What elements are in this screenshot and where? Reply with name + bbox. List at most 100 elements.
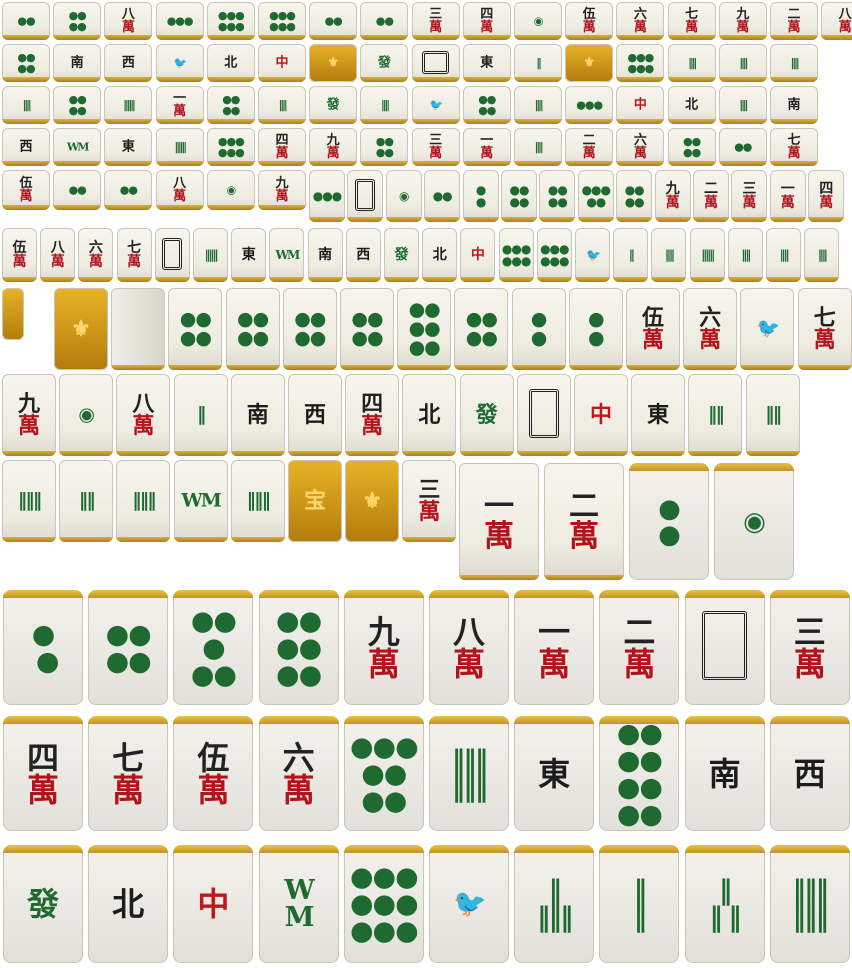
mahjong-tile[interactable]: 一萬 — [514, 590, 595, 705]
mahjong-tile[interactable]: 二萬 — [565, 128, 614, 166]
mahjong-tile[interactable]: 發 — [360, 44, 409, 82]
mahjong-tile[interactable] — [154, 228, 190, 282]
mahjong-tile[interactable]: 西 — [288, 374, 342, 456]
mahjong-tile[interactable]: 七萬 — [797, 288, 852, 370]
mahjong-tile[interactable]: 三萬 — [769, 590, 850, 705]
mahjong-tile[interactable]: 🐦 — [429, 845, 509, 963]
mahjong-tile[interactable]: 六萬 — [616, 128, 665, 166]
mahjong-tile[interactable]: ‖‖ — [651, 228, 687, 282]
mahjong-tile[interactable]: ⚜ — [345, 460, 400, 542]
mahjong-tile[interactable]: 🐦 — [575, 228, 610, 282]
mahjong-tile[interactable]: ●● ●● — [168, 288, 223, 370]
mahjong-tile[interactable]: 北 — [206, 44, 255, 82]
mahjong-tile[interactable]: 九萬 — [343, 590, 424, 705]
mahjong-tile[interactable]: ‖‖‖ — [689, 228, 725, 282]
mahjong-tile[interactable]: ● ● — [568, 288, 623, 370]
mahjong-tile[interactable]: ⚜ — [309, 44, 358, 82]
mahjong-tile[interactable]: ‖‖‖ — [230, 460, 285, 542]
mahjong-tile[interactable]: ●● — [718, 128, 767, 166]
mahjong-tile[interactable]: ●● — [2, 2, 50, 40]
mahjong-tile[interactable]: 伍萬 — [626, 288, 680, 370]
mahjong-tile[interactable]: 一萬 — [769, 170, 806, 222]
mahjong-tile[interactable]: 東 — [104, 128, 153, 166]
mahjong-tile[interactable]: ‖‖ — [667, 44, 716, 82]
mahjong-tile[interactable]: ●● — [360, 2, 409, 40]
mahjong-tile[interactable] — [347, 170, 384, 222]
mahjong-tile[interactable]: ●● ●● ●● ●● — [599, 716, 680, 831]
mahjong-tile[interactable]: 七萬 — [667, 2, 716, 40]
mahjong-tile[interactable]: ●●● — [565, 86, 614, 124]
mahjong-tile[interactable]: ‖‖‖ — [193, 228, 228, 282]
mahjong-tile[interactable]: ‖‖‖ — [2, 460, 56, 542]
mahjong-tile[interactable]: W M — [258, 845, 339, 963]
mahjong-tile[interactable]: 四萬 — [345, 374, 400, 456]
mahjong-tile[interactable]: 🐦 — [740, 288, 795, 370]
mahjong-tile[interactable] — [2, 288, 24, 340]
mahjong-tile[interactable]: ‖‖‖ — [155, 128, 204, 166]
mahjong-tile[interactable]: 西 — [345, 228, 381, 282]
mahjong-tile[interactable]: ●● ● ●● — [173, 590, 254, 705]
mahjong-tile[interactable]: 中 — [258, 44, 306, 82]
mahjong-tile[interactable]: ●● ●● ●● — [397, 288, 452, 370]
mahjong-tile[interactable]: ●● ●● — [616, 170, 653, 222]
mahjong-tile[interactable]: ●● ●● — [225, 288, 280, 370]
mahjong-tile[interactable]: ●● ●● — [501, 170, 537, 222]
mahjong-tile[interactable]: ●● ●● — [539, 170, 576, 222]
mahjong-tile[interactable]: ●●● ●●● — [536, 228, 572, 282]
mahjong-tile[interactable]: 八萬 — [155, 170, 204, 210]
mahjong-tile[interactable]: 東 — [231, 228, 267, 282]
mahjong-tile[interactable]: 四萬 — [462, 2, 511, 40]
mahjong-tile[interactable]: 南 — [53, 44, 102, 82]
mahjong-tile[interactable]: 北 — [402, 374, 457, 456]
mahjong-tile[interactable]: ●● ●● — [206, 86, 255, 124]
mahjong-tile[interactable]: WM — [53, 128, 102, 166]
mahjong-tile[interactable]: 南 — [230, 374, 285, 456]
mahjong-tile[interactable]: ●●● ●●● — [498, 228, 534, 282]
mahjong-tile[interactable]: 二萬 — [693, 170, 729, 222]
mahjong-tile[interactable]: ●● ●● — [462, 86, 511, 124]
mahjong-tile[interactable]: 南 — [684, 716, 765, 831]
mahjong-tile[interactable]: ‖‖ — [804, 228, 840, 282]
mahjong-tile[interactable]: ‖‖‖ — [104, 86, 153, 124]
mahjong-tile[interactable]: 六萬 — [683, 288, 738, 370]
mahjong-tile[interactable]: ● ● — [462, 170, 499, 222]
mahjong-tile[interactable]: 七萬 — [770, 128, 818, 166]
mahjong-tile[interactable]: ‖‖ — [514, 128, 562, 166]
mahjong-tile[interactable]: ●●● ●● — [577, 170, 614, 222]
mahjong-tile[interactable]: ◉ — [206, 170, 255, 210]
mahjong-tile[interactable]: 中 — [173, 845, 254, 963]
mahjong-tile[interactable]: ‖‖ — [514, 86, 562, 124]
mahjong-tile[interactable]: ●●● ●●● — [616, 44, 665, 82]
mahjong-tile[interactable]: ‖‖ — [688, 374, 743, 456]
mahjong-tile[interactable]: 🐦 — [155, 44, 204, 82]
mahjong-tile[interactable]: 南 — [307, 228, 343, 282]
mahjong-tile[interactable]: 三萬 — [731, 170, 768, 222]
mahjong-tile[interactable]: ●● ●● — [88, 590, 169, 705]
mahjong-tile[interactable]: 九萬 — [718, 2, 767, 40]
mahjong-tile[interactable]: ‖ — [613, 228, 649, 282]
mahjong-tile[interactable]: ●● ●● — [282, 288, 337, 370]
mahjong-tile[interactable]: 三萬 — [402, 460, 457, 542]
mahjong-tile[interactable]: ‖‖ — [59, 460, 114, 542]
mahjong-tile[interactable]: ◉ — [714, 463, 794, 580]
mahjong-tile[interactable]: 八萬 — [116, 374, 171, 456]
mahjong-tile[interactable]: ‖‖ — [766, 228, 801, 282]
mahjong-tile[interactable]: ●●● ●● ●● — [343, 716, 424, 831]
mahjong-tile[interactable]: ‖‖ — [727, 228, 763, 282]
mahjong-tile[interactable]: 三萬 — [411, 128, 460, 166]
mahjong-tile[interactable]: 中 — [574, 374, 628, 456]
mahjong-tile[interactable]: 伍萬 — [173, 716, 254, 831]
mahjong-tile[interactable]: 九萬 — [309, 128, 358, 166]
mahjong-tile[interactable] — [111, 288, 166, 370]
mahjong-tile[interactable]: 九萬 — [2, 374, 56, 456]
mahjong-tile[interactable]: 六萬 — [78, 228, 114, 282]
mahjong-tile[interactable]: ● ● — [3, 590, 83, 705]
mahjong-tile[interactable]: ‖ — [514, 44, 562, 82]
mahjong-tile[interactable]: 三萬 — [411, 2, 460, 40]
mahjong-tile[interactable]: ‖‖‖ ‖‖‖ — [769, 845, 850, 963]
mahjong-tile[interactable]: 六萬 — [258, 716, 339, 831]
mahjong-tile[interactable]: 八萬 — [429, 590, 509, 705]
mahjong-tile[interactable]: 東 — [631, 374, 686, 456]
mahjong-tile[interactable] — [516, 374, 571, 456]
mahjong-tile[interactable]: 北 — [422, 228, 458, 282]
